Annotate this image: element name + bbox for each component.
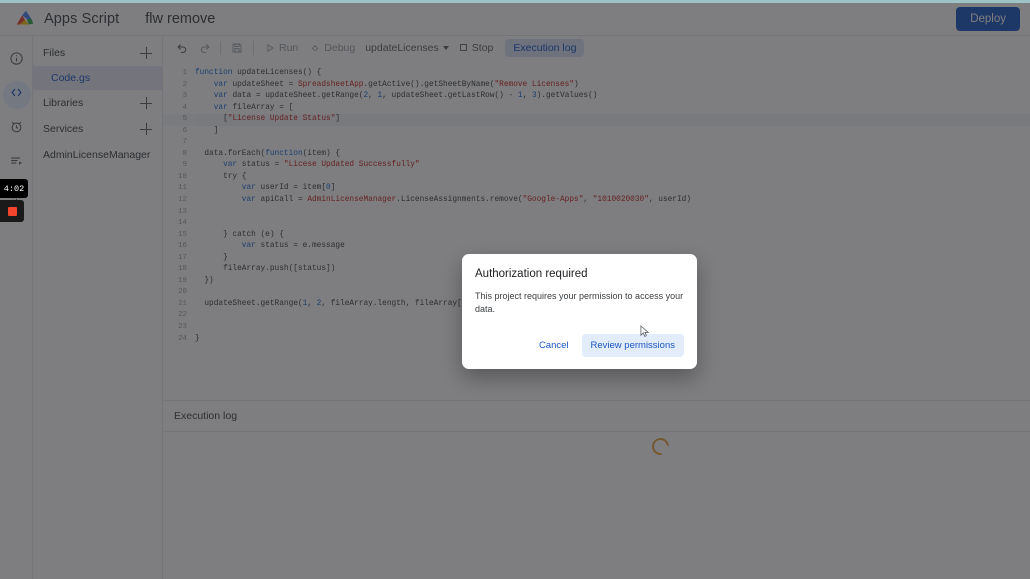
review-permissions-button[interactable]: Review permissions <box>581 334 684 358</box>
recording-timer: 4:02 <box>0 179 28 198</box>
stop-recording-icon[interactable] <box>0 200 24 222</box>
dialog-message: This project requires your permission to… <box>475 291 684 315</box>
browser-edge-strip <box>0 0 1030 3</box>
apps-script-window: Apps Script flw remove Deploy <box>0 0 1030 579</box>
stop-square-glyph <box>7 206 17 216</box>
cancel-button[interactable]: Cancel <box>530 334 578 357</box>
dialog-title: Authorization required <box>475 268 588 280</box>
authorization-dialog: Authorization required This project requ… <box>462 254 697 370</box>
dialog-actions: Cancel Review permissions <box>475 334 684 361</box>
